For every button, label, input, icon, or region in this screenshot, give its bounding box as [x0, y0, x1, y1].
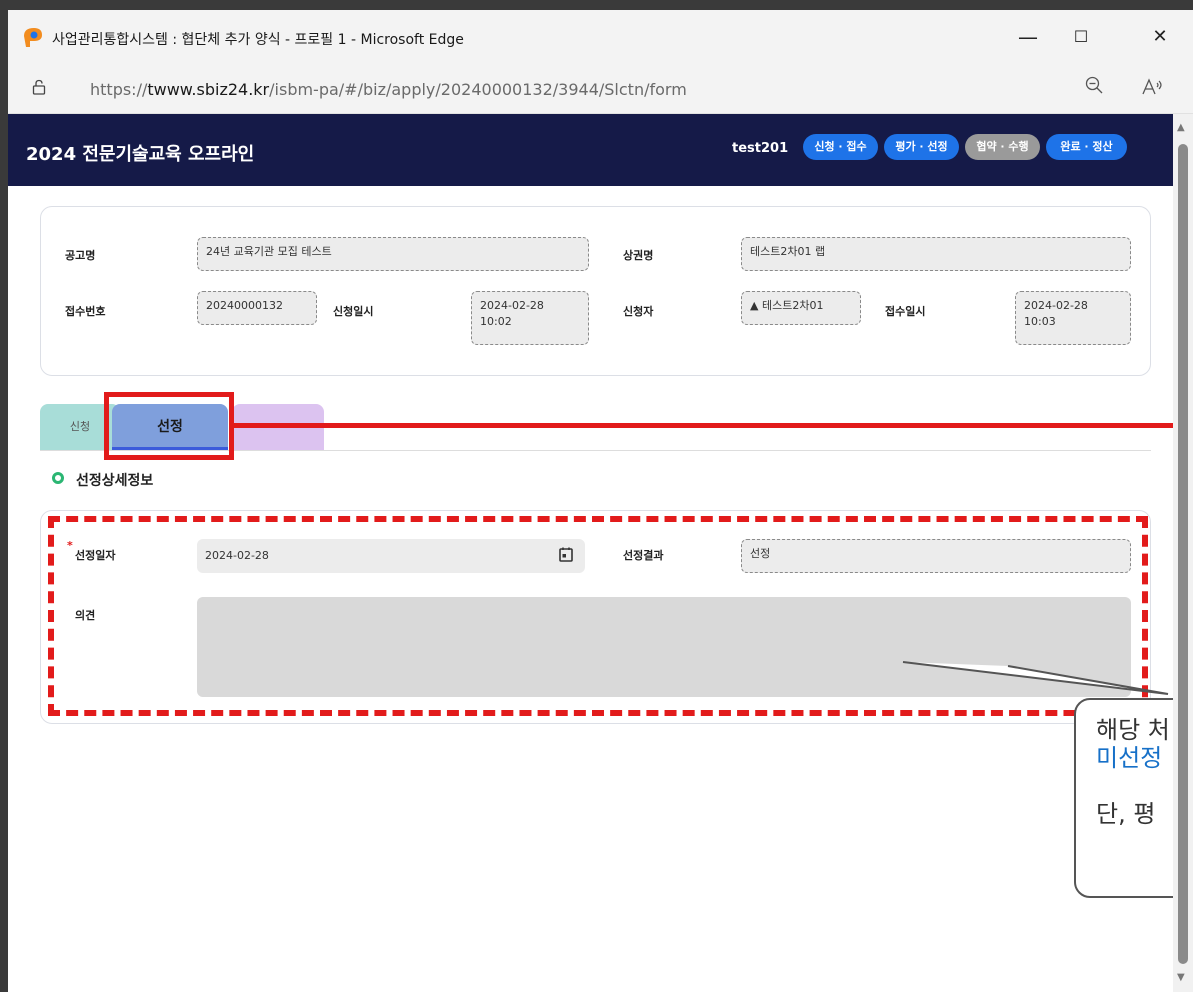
highlight-tab-box	[104, 392, 234, 460]
minimize-button[interactable]: —	[1008, 22, 1048, 52]
callout-line-1: 해당 처	[1096, 716, 1170, 744]
scroll-down-icon[interactable]: ▼	[1177, 972, 1185, 983]
callout-pointer	[902, 661, 1169, 695]
step-apply-badge[interactable]: 신청 · 접수	[803, 134, 878, 160]
user-name: test201	[732, 141, 789, 156]
title-bar: 사업관리통합시스템 : 협단체 추가 양식 - 프로필 1 - Microsof…	[8, 10, 1193, 64]
receipt-date-label: 접수일시	[885, 305, 926, 318]
receipt-date-field: 2024-02-28 10:03	[1015, 291, 1131, 345]
read-aloud-icon[interactable]	[1142, 78, 1164, 100]
person-icon: ▲	[750, 299, 762, 312]
scroll-up-icon[interactable]: ▲	[1177, 122, 1185, 133]
address-bar[interactable]: https://twww.sbiz24.kr/isbm-pa/#/biz/app…	[8, 64, 1193, 114]
page-title: 2024 전문기술교육 오프라인	[26, 144, 255, 165]
area-field: 테스트2차01 랩	[741, 237, 1131, 271]
callout-box: 해당 처 미선정 단, 평	[1074, 698, 1173, 898]
apply-date-label: 신청일시	[333, 305, 374, 318]
zoom-out-icon[interactable]	[1085, 76, 1103, 99]
notice-label: 공고명	[65, 249, 96, 262]
close-button[interactable]: ✕	[1140, 22, 1180, 52]
maximize-button[interactable]: ☐	[1061, 22, 1101, 52]
callout-line-2: 미선정	[1096, 744, 1163, 772]
notice-field: 24년 교육기관 모집 테스트	[197, 237, 589, 271]
page-viewport: 2024 전문기술교육 오프라인 test201 신청 · 접수 평가 · 선정…	[8, 114, 1173, 992]
section-bullet-icon	[52, 472, 64, 484]
application-info-card: 공고명 24년 교육기관 모집 테스트 상권명 테스트2차01 랩 접수번호 2…	[40, 206, 1151, 376]
step-evaluation-badge[interactable]: 평가 · 선정	[884, 134, 959, 160]
step-agreement-badge[interactable]: 협약 · 수행	[965, 134, 1040, 160]
callout-line-3: 단, 평	[1096, 800, 1156, 828]
window-title: 사업관리통합시스템 : 협단체 추가 양식 - 프로필 1 - Microsof…	[52, 32, 464, 48]
receipt-no-field: 20240000132	[197, 291, 317, 325]
vertical-scrollbar[interactable]: ▲ ▼	[1173, 114, 1193, 992]
url-text[interactable]: https://twww.sbiz24.kr/isbm-pa/#/biz/app…	[90, 80, 687, 99]
app-logo-icon	[24, 28, 42, 47]
lock-icon[interactable]	[32, 79, 46, 99]
applicant-field: ▲ 테스트2차01	[741, 291, 861, 325]
scrollbar-thumb[interactable]	[1178, 144, 1188, 964]
app-header: 2024 전문기술교육 오프라인 test201 신청 · 접수 평가 · 선정…	[8, 114, 1173, 186]
applicant-label: 신청자	[623, 305, 654, 318]
apply-date-field: 2024-02-28 10:02	[471, 291, 589, 345]
area-label: 상권명	[623, 249, 654, 262]
browser-window: 사업관리통합시스템 : 협단체 추가 양식 - 프로필 1 - Microsof…	[8, 10, 1193, 992]
highlight-connector-line	[234, 423, 1173, 428]
receipt-no-label: 접수번호	[65, 305, 106, 318]
section-title: 선정상세정보	[52, 470, 153, 490]
step-settlement-badge[interactable]: 완료 · 정산	[1046, 134, 1127, 160]
